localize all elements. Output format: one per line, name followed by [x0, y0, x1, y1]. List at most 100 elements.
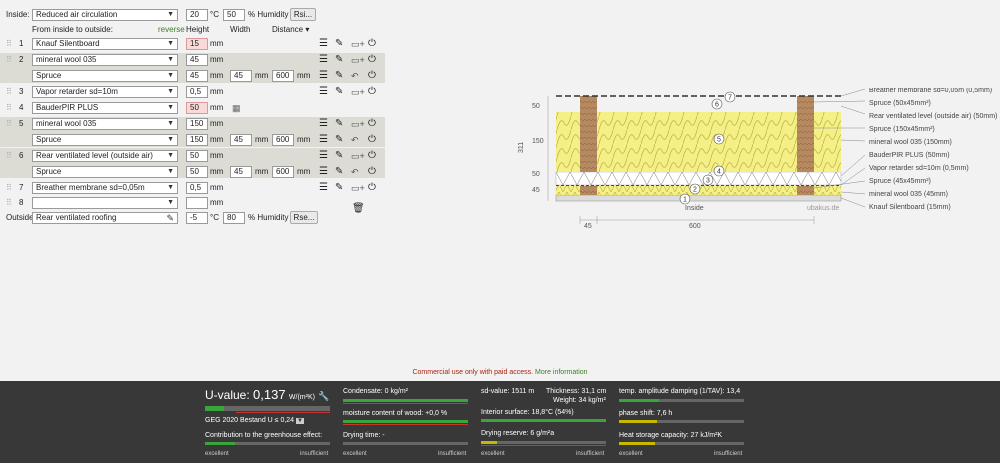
sublayer-material-select[interactable]: Spruce ▼	[32, 70, 178, 82]
sublayer-width-input[interactable]: 45	[230, 70, 252, 82]
layer-material-select[interactable]: mineral wool 035 ▼	[32, 54, 178, 66]
menu-icon[interactable]: ☰	[319, 118, 328, 130]
add-sublayer-icon[interactable]: ▭+	[351, 150, 365, 162]
add-sublayer-icon[interactable]: ▭+	[351, 54, 365, 66]
mm-unit: mm	[210, 135, 224, 144]
outside-temp-input[interactable]: -5	[186, 212, 208, 224]
reverse-link[interactable]: reverse	[158, 24, 185, 36]
add-sublayer-icon[interactable]: ▭+	[351, 86, 365, 98]
drag-handle-icon[interactable]: ⠿	[6, 86, 12, 98]
temp-damping-bar	[619, 399, 744, 402]
layer-material-select[interactable]: BauderPIR PLUS ▼	[32, 102, 178, 114]
menu-icon[interactable]: ☰	[319, 134, 328, 146]
add-sublayer-icon[interactable]: ▭+	[351, 38, 365, 50]
power-icon[interactable]: ⏻	[368, 150, 376, 162]
layer-height-input[interactable]: 15	[186, 38, 208, 50]
power-icon[interactable]: ⏻	[368, 166, 376, 178]
drying-time-label: Drying time: -	[343, 432, 385, 439]
hatch-pattern-icon[interactable]: ▦	[232, 102, 241, 114]
mm-unit: mm	[255, 135, 269, 144]
drag-handle-icon[interactable]: ⠿	[6, 197, 12, 209]
menu-icon[interactable]: ☰	[319, 38, 328, 50]
sublayer-width-input[interactable]: 45	[230, 134, 252, 146]
mm-unit: mm	[297, 167, 311, 176]
drag-handle-icon[interactable]: ⠿	[6, 38, 12, 50]
inside-temp-input[interactable]: 20	[186, 9, 208, 21]
layer-height-input[interactable]: 50	[186, 150, 208, 162]
sublayer-height-input[interactable]: 150	[186, 134, 208, 146]
sublayer-distance-input[interactable]: 600	[272, 134, 294, 146]
power-icon[interactable]: ⏻	[368, 86, 376, 98]
menu-icon[interactable]: ☰	[319, 150, 328, 162]
layer-marker: 1	[679, 193, 691, 205]
dropdown-icon[interactable]: ▼	[296, 418, 304, 424]
layer-height-input[interactable]: 45	[186, 54, 208, 66]
sublayer-height-input[interactable]: 50	[186, 166, 208, 178]
menu-icon[interactable]: ☰	[319, 86, 328, 98]
sublayer-height-input[interactable]: 45	[186, 70, 208, 82]
pencil-icon[interactable]: ✎	[335, 182, 343, 194]
layer-height-input[interactable]: 0,5	[186, 86, 208, 98]
layer-height-input[interactable]: 0,5	[186, 182, 208, 194]
drag-handle-icon[interactable]: ⠿	[6, 118, 12, 130]
power-icon[interactable]: ⏻	[368, 54, 376, 66]
pencil-icon[interactable]: ✎	[335, 38, 343, 50]
undo-arrow-icon[interactable]: ↶	[351, 70, 359, 82]
distance-header[interactable]: Distance ▾	[272, 24, 309, 36]
menu-icon[interactable]: ☰	[319, 182, 328, 194]
layer-material-select[interactable]: mineral wool 035 ▼	[32, 118, 178, 130]
sublayer-width-input[interactable]: 45	[230, 166, 252, 178]
rse-button[interactable]: Rse...	[290, 211, 318, 224]
outside-humidity-input[interactable]: 80	[223, 212, 245, 224]
layer-height-input[interactable]: 50	[186, 102, 208, 114]
layer-material-select[interactable]: Vapor retarder sd=10m ▼	[32, 86, 178, 98]
pencil-icon[interactable]: ✎	[166, 213, 174, 223]
geg-requirement[interactable]: GEG 2020 Bestand U ≤ 0,24 ▼	[205, 417, 304, 424]
power-icon[interactable]: ⏻	[368, 134, 376, 146]
rsi-button[interactable]: Rsi...	[290, 8, 316, 21]
sublayer-distance-input[interactable]: 600	[272, 166, 294, 178]
add-sublayer-icon[interactable]: ▭+	[351, 118, 365, 130]
undo-arrow-icon[interactable]: ↶	[351, 134, 359, 146]
mm-unit: mm	[210, 87, 224, 96]
pencil-icon[interactable]: ✎	[335, 134, 343, 146]
pencil-icon[interactable]: ✎	[335, 54, 343, 66]
trash-icon[interactable]: 🗑	[352, 203, 365, 215]
sublayer-material-select[interactable]: Spruce ▼	[32, 134, 178, 146]
power-icon[interactable]: ⏻	[368, 182, 376, 194]
drag-handle-icon[interactable]: ⠿	[6, 150, 12, 162]
pencil-icon[interactable]: ✎	[335, 86, 343, 98]
commercial-notice: Commercial use only with paid access. Mo…	[0, 369, 1000, 376]
sublayer-material-select[interactable]: Spruce ▼	[32, 166, 178, 178]
power-icon[interactable]: ⏻	[368, 70, 376, 82]
layer-material-select[interactable]: Knauf Silentboard ▼	[32, 38, 178, 50]
inside-humidity-input[interactable]: 50	[223, 9, 245, 21]
more-information-link[interactable]: More information	[535, 369, 588, 376]
layer-material-select[interactable]: Rear ventilated level (outside air) ▼	[32, 150, 178, 162]
pencil-icon[interactable]: ✎	[335, 166, 343, 178]
layer-height-input[interactable]: 150	[186, 118, 208, 130]
power-icon[interactable]: ⏻	[368, 118, 376, 130]
menu-icon[interactable]: ☰	[319, 166, 328, 178]
layer-material-value: mineral wool 035	[36, 55, 97, 64]
undo-arrow-icon[interactable]: ↶	[351, 166, 359, 178]
layer-material-select[interactable]: ▼	[32, 197, 178, 209]
layer-material-select[interactable]: Breather membrane sd=0,05m ▼	[32, 182, 178, 194]
layer-height-input[interactable]	[186, 197, 208, 209]
drag-handle-icon[interactable]: ⠿	[6, 54, 12, 66]
drag-handle-icon[interactable]: ⠿	[6, 102, 12, 114]
menu-icon[interactable]: ☰	[319, 54, 328, 66]
pencil-icon[interactable]: ✎	[335, 118, 343, 130]
power-icon[interactable]: ⏻	[368, 38, 376, 50]
drag-handle-icon[interactable]: ⠿	[6, 182, 12, 194]
outside-humidity-unit: % Humidity	[248, 213, 289, 222]
add-sublayer-icon[interactable]: ▭+	[351, 182, 365, 194]
outside-climate-select[interactable]: Rear ventilated roofing ✎	[32, 212, 178, 224]
sublayer-distance-input[interactable]: 600	[272, 70, 294, 82]
legend-entry: Knauf Silentboard (15mm)	[869, 204, 951, 211]
menu-icon[interactable]: ☰	[319, 70, 328, 82]
wrench-icon[interactable]: 🔧	[318, 391, 329, 401]
pencil-icon[interactable]: ✎	[335, 70, 343, 82]
inside-climate-select[interactable]: Reduced air circulation ▼	[32, 9, 178, 21]
pencil-icon[interactable]: ✎	[335, 150, 343, 162]
